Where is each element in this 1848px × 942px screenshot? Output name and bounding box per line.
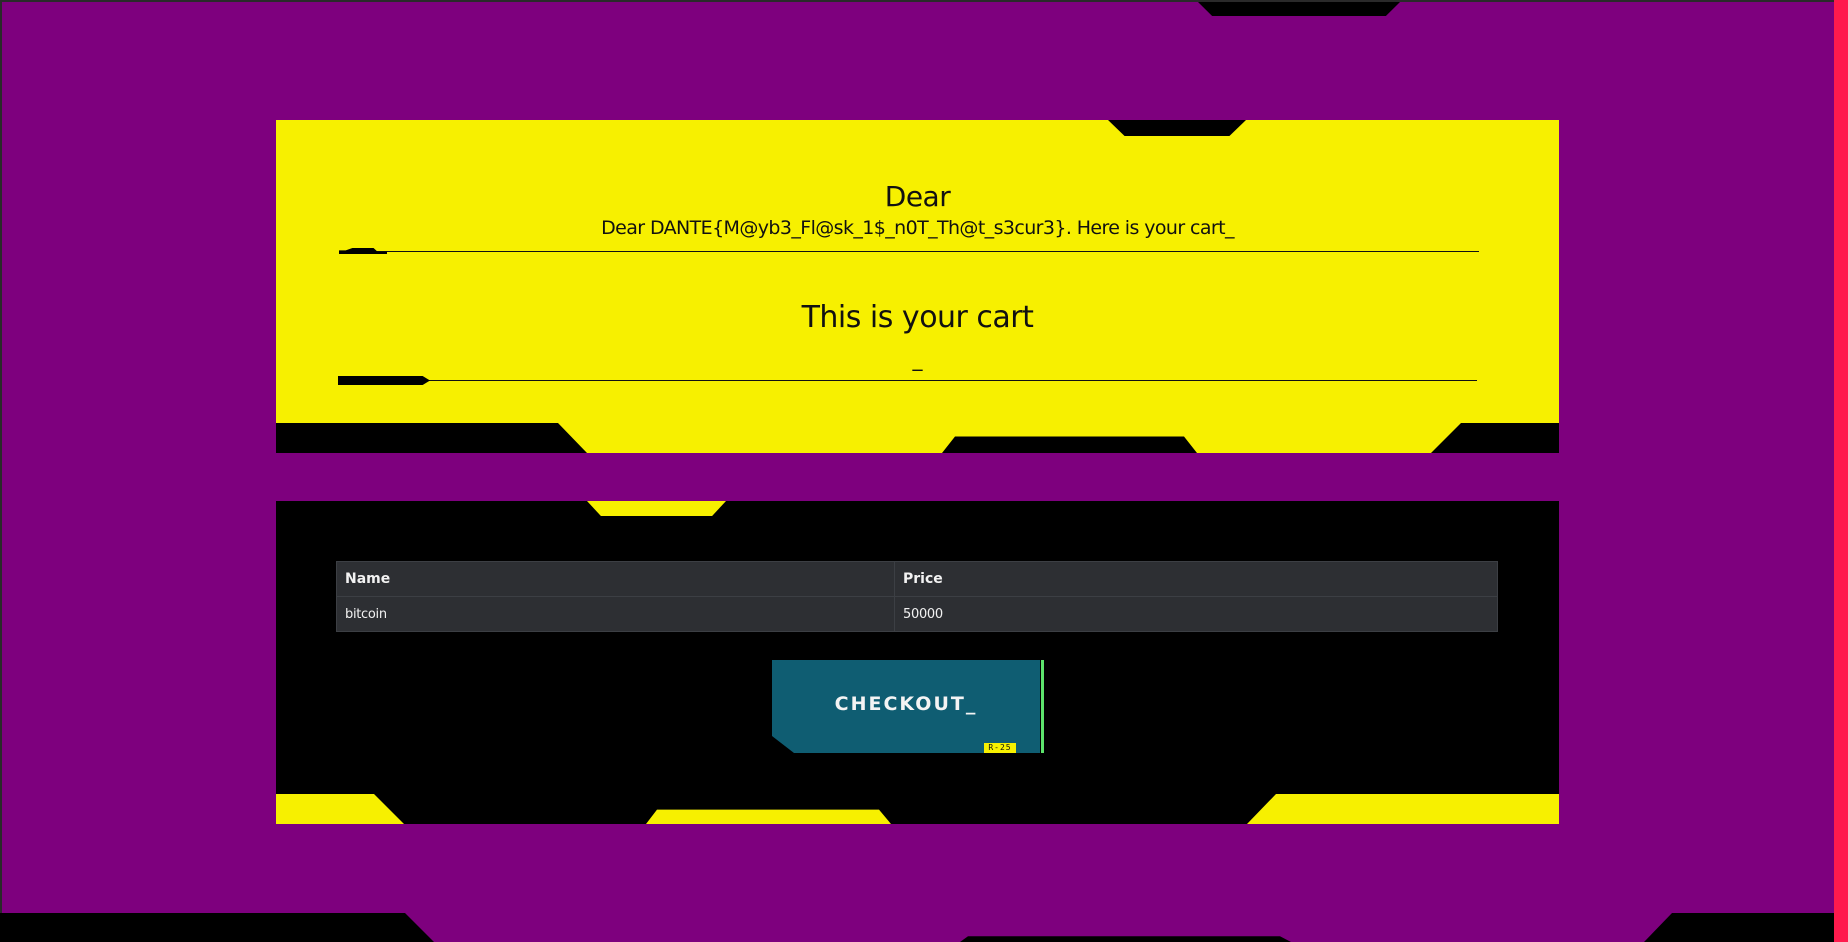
greeting-card: Dear Dear DANTE{M@yb3_Fl@sk_1$_n0T_Th@t_… (276, 120, 1559, 453)
cart-divider (338, 380, 1477, 381)
checkout-button-accent (1041, 660, 1044, 753)
table-row: bitcoin 50000 (336, 596, 1498, 632)
checkout-button[interactable]: CHECKOUT_ (772, 660, 1040, 753)
greeting-card-top-tab (1108, 120, 1246, 136)
cart-heading: This is your cart (801, 300, 1034, 335)
column-header-name: Name (336, 561, 895, 597)
cell-item-price: 50000 (894, 596, 1498, 632)
cart-card: Name Price bitcoin 50000 CHECKOUT_ R-25 (276, 501, 1559, 824)
cart-card-top-tab (587, 501, 726, 516)
cart-card-bottom-edge (276, 794, 1559, 824)
column-header-price: Price (894, 561, 1498, 597)
right-edge-stripe (1834, 0, 1848, 942)
checkout-button-tag: R-25 (984, 743, 1016, 753)
table-header-row: Name Price (336, 561, 1498, 597)
cart-table: Name Price bitcoin 50000 (336, 561, 1498, 632)
greeting-divider (339, 251, 1479, 252)
top-notch-decoration (1198, 2, 1400, 16)
greeting-card-bottom-edge (276, 423, 1559, 453)
checkout-button-wrapper: CHECKOUT_ R-25 (772, 660, 1044, 753)
cart-heading-cursor: _ (912, 347, 923, 371)
checkout-button-label: CHECKOUT_ (834, 693, 978, 715)
greeting-title: Dear (884, 180, 951, 213)
cart-divider-marker (338, 376, 430, 385)
greeting-message: Dear DANTE{M@yb3_Fl@sk_1$_n0T_Th@t_s3cur… (601, 217, 1234, 239)
cell-item-name: bitcoin (336, 596, 895, 632)
